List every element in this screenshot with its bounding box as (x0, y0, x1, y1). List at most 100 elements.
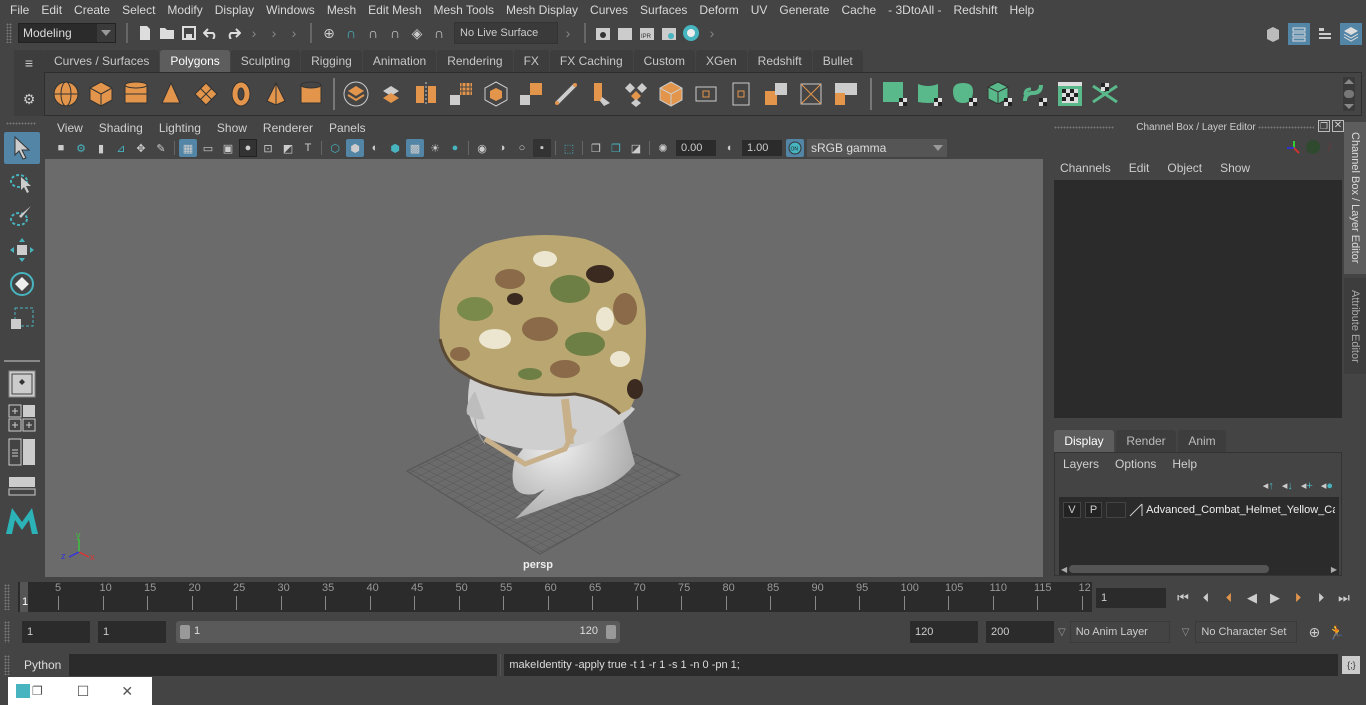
safe-action-icon[interactable]: ◩ (279, 139, 297, 157)
anti-aliasing-icon[interactable]: ○ (513, 139, 531, 157)
move-layer-up-icon[interactable]: ◂↑ (1263, 479, 1274, 492)
live-surface-field[interactable]: No Live Surface (454, 22, 558, 44)
shelf-tab-sculpting[interactable]: Sculpting (230, 50, 301, 72)
step-back-frame-icon[interactable]: ⏴ (1195, 587, 1217, 609)
merge-icon[interactable] (656, 79, 685, 109)
bookmark-icon[interactable]: ▮ (92, 139, 110, 157)
make-live-icon[interactable]: ◈ (406, 22, 428, 44)
tab-display[interactable]: Display (1054, 430, 1114, 452)
step-back-key-icon[interactable]: ⏴ (1218, 587, 1240, 609)
xray-active-components-icon[interactable]: ❐ (607, 139, 625, 157)
animation-start-field[interactable]: 1 (22, 621, 90, 643)
shelf-tab-bullet[interactable]: Bullet (812, 50, 863, 72)
safe-title-icon[interactable]: T (299, 139, 317, 157)
wireframe-on-shaded-icon[interactable]: ⬢ (386, 139, 404, 157)
tab-anim[interactable]: Anim (1178, 430, 1226, 452)
snap-point-icon[interactable]: ∩ (362, 22, 384, 44)
color-management-toggle[interactable]: ON (786, 139, 804, 157)
separate-icon[interactable] (376, 79, 405, 109)
shelf-tab-rendering[interactable]: Rendering (437, 50, 513, 72)
cut-sew-uv-icon[interactable] (1090, 79, 1119, 109)
anim-layer-dropdown[interactable]: No Anim Layer (1069, 621, 1170, 643)
planar-uv-icon[interactable] (880, 79, 909, 109)
menu-uv[interactable]: UV (745, 0, 774, 20)
menu-mesh-display[interactable]: Mesh Display (500, 0, 584, 20)
maximize-window-icon[interactable]: ☐ (77, 683, 90, 700)
shelf-tab-fx-caching[interactable]: FX Caching (549, 50, 633, 72)
new-empty-layer-icon[interactable]: ◂+ (1301, 479, 1313, 492)
drag-handle[interactable] (4, 621, 10, 643)
shelf-tab-fx[interactable]: FX (513, 50, 549, 72)
menu-redshift[interactable]: Redshift (948, 0, 1004, 20)
scroll-down-icon[interactable] (1344, 104, 1354, 109)
poly-sphere-icon[interactable] (51, 79, 80, 109)
resolution-gate-icon[interactable]: ▣ (219, 139, 237, 157)
viewport-menu-view[interactable]: View (49, 121, 91, 135)
drag-handle[interactable] (1258, 126, 1314, 129)
exposure-icon[interactable]: ✺ (654, 139, 672, 157)
viewport-menu-show[interactable]: Show (209, 121, 255, 135)
use-all-lights-icon[interactable]: ☀ (426, 139, 444, 157)
select-tool[interactable] (4, 132, 40, 164)
menu-select[interactable]: Select (116, 0, 161, 20)
xray-icon[interactable]: ❐ (587, 139, 605, 157)
menu-edit[interactable]: Edit (1129, 161, 1150, 175)
persp-graph-layout[interactable] (4, 470, 40, 502)
grease-pencil-icon[interactable]: ✎ (152, 139, 170, 157)
manipulator-axes-icon[interactable] (1286, 140, 1302, 159)
shelf-tab-curves-surfaces[interactable]: Curves / Surfaces (44, 50, 160, 72)
shelf-scroll[interactable] (1343, 77, 1355, 111)
collapse-chevron-icon[interactable]: › (708, 23, 716, 43)
auto-key-icon[interactable]: ⊕ (1303, 621, 1325, 643)
save-scene-icon[interactable] (178, 22, 200, 44)
menu-windows[interactable]: Windows (260, 0, 321, 20)
animation-preferences-icon[interactable]: 🏃 (1325, 621, 1347, 643)
move-layer-down-icon[interactable]: ◂↓ (1282, 479, 1293, 492)
viewport-menu-panels[interactable]: Panels (321, 121, 374, 135)
menu-surfaces[interactable]: Surfaces (634, 0, 693, 20)
snap-view-plane-icon[interactable]: ∩ (384, 22, 406, 44)
spherical-uv-icon[interactable] (950, 79, 979, 109)
current-frame-field[interactable]: 1 (1096, 588, 1166, 608)
tab-render[interactable]: Render (1116, 430, 1176, 452)
scroll-right-icon[interactable]: ▶ (1331, 565, 1337, 574)
poly-cube-icon[interactable] (86, 79, 115, 109)
viewport-menu-lighting[interactable]: Lighting (151, 121, 209, 135)
layer-type-toggle[interactable] (1106, 502, 1127, 518)
scale-tool[interactable] (4, 302, 40, 334)
snap-curve-icon[interactable]: ∩ (340, 22, 362, 44)
uv-editor-icon[interactable] (1055, 79, 1084, 109)
poly-torus-icon[interactable] (226, 79, 255, 109)
menu-cache[interactable]: Cache (835, 0, 882, 20)
layer-row[interactable]: V P Advanced_Combat_Helmet_Yellow_Ca (1059, 497, 1339, 519)
animation-end-field[interactable]: 200 (986, 621, 1054, 643)
tab-channel-box-layer-editor[interactable]: Channel Box / Layer Editor (1344, 122, 1366, 274)
drag-handle[interactable] (4, 584, 10, 610)
smooth-shade-icon[interactable]: ⬢ (346, 139, 364, 157)
playback-start-field[interactable]: 1 (98, 621, 166, 643)
shelf-menu-icon[interactable] (1344, 90, 1354, 98)
menu-3dtoall[interactable]: - 3DtoAll - (882, 0, 947, 20)
shelf-tab-xgen[interactable]: XGen (695, 50, 747, 72)
render-settings-icon[interactable] (658, 22, 680, 44)
menu-show[interactable]: Show (1220, 161, 1250, 175)
menu-deform[interactable]: Deform (693, 0, 744, 20)
hyper-key-icon[interactable]: / (1328, 140, 1331, 154)
speed-key-icon[interactable] (1306, 140, 1320, 154)
menu-layers[interactable]: Layers (1063, 457, 1099, 471)
channel-list[interactable] (1054, 180, 1342, 418)
menu-display[interactable]: Display (209, 0, 260, 20)
menu-mesh-tools[interactable]: Mesh Tools (428, 0, 500, 20)
scroll-left-icon[interactable]: ◀ (1061, 565, 1067, 574)
target-weld-icon[interactable] (726, 79, 755, 109)
gamma-field[interactable]: 1.00 (742, 140, 782, 156)
layer-horizontal-scrollbar[interactable]: ◀ ▶ (1059, 563, 1339, 575)
field-chart-icon[interactable]: ⊡ (259, 139, 277, 157)
isolate-select-icon[interactable]: ⬚ (560, 139, 578, 157)
step-forward-key-icon[interactable]: ⏵ (1287, 587, 1309, 609)
exposure-field[interactable]: 0.00 (676, 140, 716, 156)
shadows-icon[interactable]: ● (446, 139, 464, 157)
playback-end-field[interactable]: 120 (910, 621, 978, 643)
collapse-chevron-icon[interactable]: › (250, 23, 258, 43)
poly-pyramid-icon[interactable] (261, 79, 290, 109)
